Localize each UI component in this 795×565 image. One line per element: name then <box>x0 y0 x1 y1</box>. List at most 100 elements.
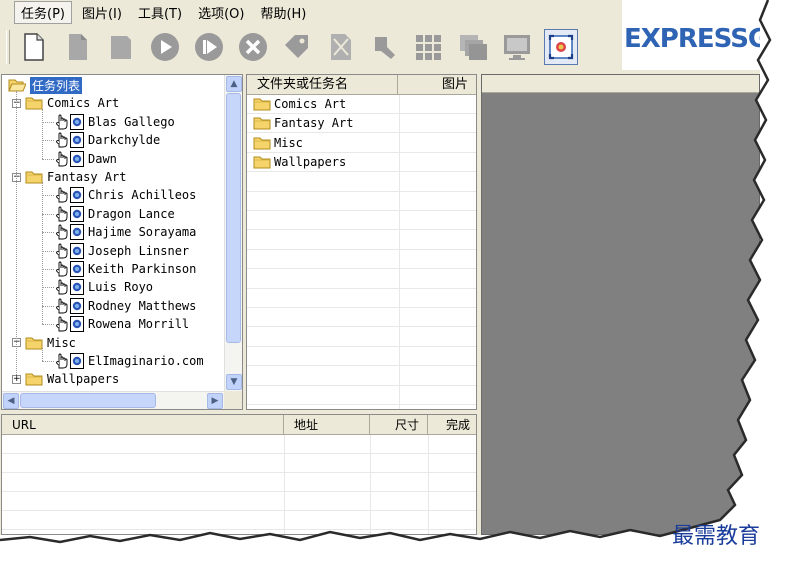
list-item[interactable] <box>247 270 476 289</box>
table-row[interactable] <box>2 511 476 530</box>
tree-task-label: Rodney Matthews <box>88 298 197 313</box>
menu-options[interactable]: 选项(O) <box>192 2 250 23</box>
scroll-up-button[interactable]: ▲ <box>226 76 242 92</box>
list-item[interactable] <box>247 231 476 250</box>
list-item[interactable] <box>247 289 476 308</box>
new-task-button[interactable] <box>16 29 50 65</box>
preview-button[interactable] <box>544 29 578 65</box>
list-item[interactable]: Wallpapers <box>247 153 476 173</box>
tree-connector-line <box>42 324 54 326</box>
tag-button[interactable] <box>280 29 314 65</box>
save-task-button[interactable] <box>104 29 138 65</box>
tree-group[interactable]: − Misc <box>12 334 76 352</box>
monitor-icon <box>504 35 530 60</box>
tree-connector-line <box>42 250 54 252</box>
table-row[interactable] <box>2 492 476 511</box>
toolbar-grip[interactable] <box>6 30 10 64</box>
url-list-pane: URL 地址 尺寸 完成 <box>1 414 477 535</box>
scroll-left-button[interactable]: ◀ <box>3 393 19 409</box>
tree-vertical-thumb[interactable] <box>226 93 241 343</box>
column-header-done[interactable]: 完成 <box>428 415 476 435</box>
list-item[interactable] <box>247 250 476 270</box>
column-header-size[interactable]: 尺寸 <box>370 415 428 435</box>
tree-task-item[interactable]: Darkchylde <box>54 131 160 149</box>
cascade-view-button[interactable] <box>456 29 490 65</box>
tree-connector-line <box>42 348 43 361</box>
tree-group[interactable]: − Fantasy Art <box>12 168 126 186</box>
menu-help[interactable]: 帮助(H) <box>254 2 312 23</box>
tree-task-item[interactable]: Rowena Morrill <box>54 315 189 333</box>
table-row[interactable] <box>2 473 476 492</box>
tree-task-item[interactable]: Hajime Sorayama <box>54 223 196 241</box>
hand-icon <box>54 206 70 222</box>
tree-task-item[interactable]: Chris Achilleos <box>54 186 196 204</box>
folder-icon <box>25 336 43 350</box>
skip-icon <box>195 33 223 61</box>
tree-task-label: Hajime Sorayama <box>88 225 197 240</box>
tree-task-item[interactable]: Blas Gallego <box>54 113 175 131</box>
task-icons <box>54 279 84 296</box>
task-icon <box>70 279 84 296</box>
tree-task-item[interactable]: Keith Parkinson <box>54 260 196 278</box>
menu-image[interactable]: 图片(I) <box>76 2 128 23</box>
table-row[interactable] <box>2 435 476 454</box>
list-item[interactable] <box>247 308 476 328</box>
scroll-right-button[interactable]: ▶ <box>207 393 223 409</box>
hand-icon <box>54 224 70 240</box>
tree-group[interactable]: − Comics Art <box>12 94 119 112</box>
tree-connector-line <box>42 305 54 307</box>
column-header-url[interactable]: URL <box>2 415 284 435</box>
open-task-icon <box>69 34 87 60</box>
task-icon <box>70 150 84 167</box>
tree-connector-line <box>42 269 54 270</box>
tree-horizontal-thumb[interactable] <box>20 393 156 408</box>
table-row[interactable] <box>2 454 476 473</box>
tree-task-label: Darkchylde <box>88 133 161 148</box>
list-item[interactable] <box>247 192 476 211</box>
list-item[interactable] <box>247 347 476 367</box>
column-header-name[interactable]: 文件夹或任务名 <box>247 75 398 95</box>
monitor-button[interactable] <box>500 29 534 65</box>
column-header-address[interactable]: 地址 <box>284 415 370 435</box>
task-icons <box>54 224 84 241</box>
list-item[interactable]: Comics Art <box>247 95 476 114</box>
list-item[interactable]: Fantasy Art <box>247 114 476 134</box>
task-icon <box>70 205 84 222</box>
folder-icon <box>253 116 271 130</box>
tree-task-item[interactable]: Luis Royo <box>54 278 153 296</box>
table-row[interactable] <box>2 530 476 534</box>
start-button[interactable] <box>148 29 182 65</box>
list-item[interactable] <box>247 173 476 192</box>
tree-task-item[interactable]: Dragon Lance <box>54 205 175 223</box>
task-icon <box>70 316 84 333</box>
list-item[interactable] <box>247 328 476 347</box>
scroll-down-button[interactable]: ▼ <box>226 374 242 390</box>
logo: EXPRESSG <box>622 0 760 70</box>
list-item[interactable] <box>247 386 476 405</box>
save-task-icon <box>111 36 131 59</box>
list-item[interactable]: Misc <box>247 134 476 153</box>
tree-task-item[interactable]: ElImaginario.com <box>54 352 204 370</box>
stop-button[interactable] <box>236 29 270 65</box>
menu-task[interactable]: 任务(P) <box>14 0 72 24</box>
tree-task-item[interactable]: Rodney Matthews <box>54 297 196 315</box>
grid-view-button[interactable] <box>412 29 446 65</box>
open-task-button[interactable] <box>60 29 94 65</box>
skip-button[interactable] <box>192 29 226 65</box>
tree-horizontal-scrollbar[interactable]: ◀ ▶ <box>2 391 224 409</box>
menu-tools[interactable]: 工具(T) <box>132 2 188 23</box>
tree-connector-line <box>42 182 43 325</box>
list-item[interactable] <box>247 211 476 231</box>
folder-name: Comics Art <box>274 97 347 111</box>
column-header-image[interactable]: 图片 <box>398 75 476 95</box>
tree-task-item[interactable]: Joseph Linsner <box>54 242 189 260</box>
tree-vertical-scrollbar[interactable]: ▲ ▼ <box>224 75 242 391</box>
tool-button[interactable] <box>368 29 402 65</box>
tree-expander[interactable]: + <box>12 374 21 384</box>
tree-task-item[interactable]: Dawn <box>54 150 117 168</box>
tree-root-label: 任务列表 <box>30 76 83 94</box>
tree-root[interactable]: 任务列表 <box>8 76 83 94</box>
list-item[interactable] <box>247 367 476 386</box>
tree-group[interactable]: + Wallpapers <box>12 370 119 388</box>
edit-button[interactable] <box>324 29 358 65</box>
